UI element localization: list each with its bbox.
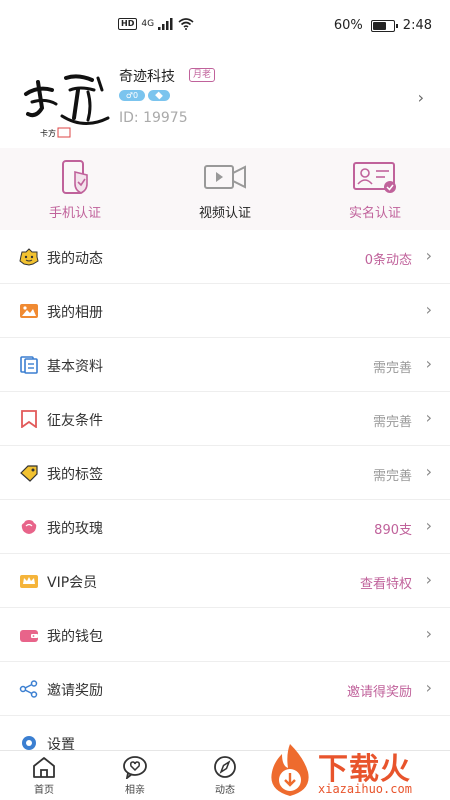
photo-album-icon [20, 304, 38, 318]
menu-label: 我的标签 [47, 467, 103, 483]
menu-value: 需完善 [372, 469, 412, 484]
tab-label: 相亲 [125, 785, 145, 796]
menu-item-tags[interactable]: 我的标签 需完善 › [0, 446, 450, 500]
menu-label: 我的动态 [47, 251, 103, 267]
menu-label: 邀请奖励 [47, 683, 103, 699]
chevron-right-icon: › [425, 570, 432, 589]
emoji-face-icon [19, 248, 39, 266]
menu-item-invite[interactable]: 邀请奖励 邀请得奖励 › [0, 662, 450, 716]
chevron-right-icon: › [425, 462, 432, 481]
chevron-right-icon: › [425, 678, 432, 697]
tab-moments[interactable]: 动态 [200, 755, 250, 796]
profile-id: ID: 19975 [119, 110, 188, 126]
hd-indicator: HD [118, 18, 138, 30]
profile-name: 奇迹科技 [119, 69, 175, 85]
menu-item-vip[interactable]: VIP会员 查看特权 › [0, 554, 450, 608]
verify-label: 手机认证 [48, 206, 101, 221]
battery-fill [372, 21, 386, 30]
chevron-right-icon: › [425, 408, 432, 427]
wallet-icon [20, 630, 38, 642]
tag-icon [20, 465, 38, 482]
home-icon [33, 757, 55, 778]
menu-item-match-criteria[interactable]: 征友条件 需完善 › [0, 392, 450, 446]
gender-age-badge: ♂0 [119, 90, 145, 101]
status-left: HD 4G [118, 18, 194, 30]
chevron-right-icon: › [425, 300, 432, 319]
network-type: 4G [141, 19, 155, 29]
menu-item-roses[interactable]: 我的玫瑰 890支 › [0, 500, 450, 554]
phone-verification[interactable]: 手机认证 [0, 148, 150, 230]
verification-row: 手机认证 视频认证 实名认证 [0, 148, 450, 230]
menu-value: 邀请得奖励 [346, 685, 412, 700]
battery-percent: 60% [333, 18, 363, 33]
diamond-badge-icon [148, 90, 170, 101]
role-badge: 月老 [189, 68, 216, 82]
share-icon [19, 680, 38, 698]
menu-label: 我的玫瑰 [47, 521, 103, 537]
menu-value: 需完善 [372, 361, 412, 376]
svg-text:卡方: 卡方 [40, 128, 56, 138]
verify-label: 实名认证 [348, 206, 401, 221]
menu-value: 查看特权 [359, 577, 412, 592]
menu-value: 需完善 [372, 415, 412, 430]
tab-label: 动态 [215, 785, 235, 796]
chevron-right-icon: › [425, 354, 432, 373]
menu-value: 890支 [374, 523, 412, 538]
phone-verify-icon [62, 160, 88, 194]
menu-value: 0条动态 [364, 253, 412, 268]
menu-label: VIP会员 [47, 575, 98, 591]
menu-list: 我的动态 0条动态 › 我的相册 › 基本资料 需完善 › 征友条件 需完善 › [0, 230, 450, 770]
video-verification[interactable]: 视频认证 [150, 148, 300, 230]
tab-matchmaking[interactable]: 相亲 [110, 755, 160, 796]
bookmark-icon [21, 410, 37, 428]
profile-header[interactable]: 卡方 奇迹科技 月老 ♂0 ID: 19975 › [0, 52, 450, 148]
realname-verification[interactable]: 实名认证 [300, 148, 450, 230]
chevron-right-icon: › [425, 246, 432, 265]
video-verify-icon [204, 165, 246, 189]
compass-icon [214, 756, 236, 778]
menu-item-wallet[interactable]: 我的钱包 › [0, 608, 450, 662]
menu-item-album[interactable]: 我的相册 › [0, 284, 450, 338]
wifi-icon [178, 18, 194, 30]
profile-doc-icon [20, 356, 38, 374]
watermark-subtitle: xiazaihuo.com [318, 782, 412, 796]
heart-chat-icon [123, 756, 147, 779]
menu-item-moments[interactable]: 我的动态 0条动态 › [0, 230, 450, 284]
rose-icon [21, 520, 37, 534]
clock: 2:48 [402, 18, 432, 33]
crown-icon [20, 575, 38, 588]
flame-logo-icon [271, 744, 309, 796]
signal-icon [158, 18, 173, 30]
avatar: 卡方 [24, 74, 110, 138]
menu-label: 基本资料 [47, 359, 103, 375]
status-bar: HD 4G 60% 2:48 [0, 0, 450, 52]
status-right: 60% 2:48 [334, 18, 432, 33]
menu-item-basic-info[interactable]: 基本资料 需完善 › [0, 338, 450, 392]
tab-label: 首页 [34, 785, 54, 796]
tab-home[interactable]: 首页 [19, 755, 69, 796]
id-card-verify-icon [353, 162, 396, 193]
brand-calligraphy-logo [24, 74, 110, 125]
chevron-right-icon: › [425, 624, 432, 643]
menu-label: 我的钱包 [47, 629, 103, 645]
chevron-right-icon[interactable]: › [418, 88, 424, 107]
battery-icon [370, 19, 398, 32]
menu-label: 我的相册 [47, 305, 103, 321]
verify-label: 视频认证 [198, 206, 251, 221]
watermark: 下载火 xiazaihuo.com [262, 740, 450, 800]
chevron-right-icon: › [425, 516, 432, 535]
menu-label: 征友条件 [47, 413, 103, 429]
